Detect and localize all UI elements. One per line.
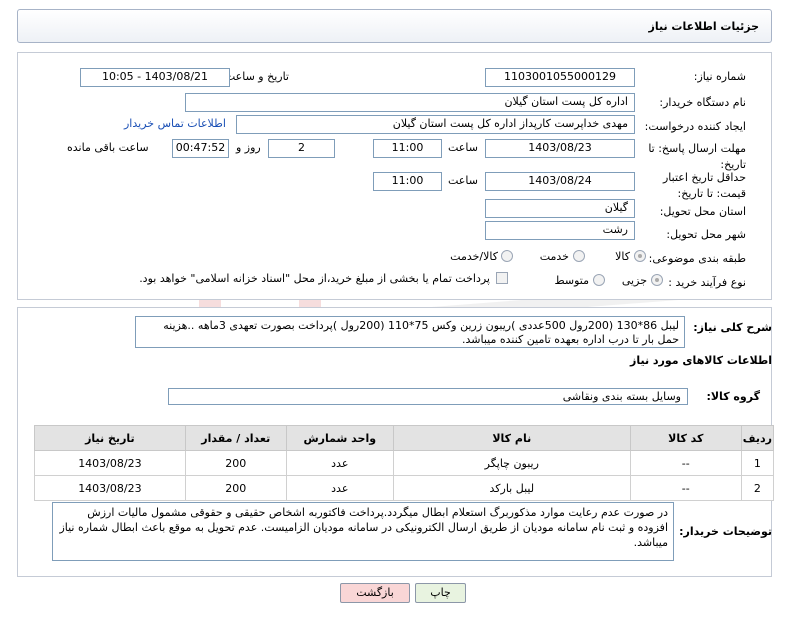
requester-label: ایجاد کننده درخواست: xyxy=(644,120,746,133)
cell-row-number: 1 xyxy=(740,450,775,476)
category-option-service: خدمت xyxy=(539,250,569,263)
deadline-label: مهلت ارسال پاسخ: تا تاریخ: xyxy=(648,142,746,171)
need-number-field: 1103001055000129 xyxy=(485,68,635,87)
table-row: 1 -- ریبون چاپگر عدد 200 1403/08/23 xyxy=(34,450,775,476)
page-header: جزئیات اطلاعات نیاز xyxy=(17,9,772,43)
table-row: 2 -- لیبل بارکد عدد 200 1403/08/23 xyxy=(34,475,775,501)
category-radio-goods-service[interactable] xyxy=(501,250,513,262)
category-option-goods: کالا xyxy=(615,250,630,263)
cell-need-date: 1403/08/23 xyxy=(34,475,186,501)
col-item-code: کد کالا xyxy=(629,425,742,451)
purchase-option-medium: متوسط xyxy=(554,274,589,287)
category-option-goods-service: کالا/خدمت xyxy=(450,250,498,263)
treasury-checkbox[interactable] xyxy=(496,272,508,284)
page-title: جزئیات اطلاعات نیاز xyxy=(648,20,760,33)
days-field: 2 xyxy=(268,139,335,158)
buyer-notes-field: در صورت عدم رعایت موارد مذکوربرگ استعلام… xyxy=(52,502,674,561)
cell-unit: عدد xyxy=(285,450,394,476)
general-desc-label: شرح کلی نیاز: xyxy=(693,321,772,334)
buyer-org-field: اداره کل پست استان گیلان xyxy=(185,93,635,112)
category-label: طبقه بندی موضوعی: xyxy=(648,252,746,265)
deadline-time-label: ساعت xyxy=(448,141,478,154)
remaining-time-field: 00:47:52 xyxy=(172,139,229,158)
days-label: روز و xyxy=(236,141,261,154)
category-radio-goods[interactable] xyxy=(634,250,646,262)
cell-item-code: -- xyxy=(629,450,742,476)
need-number-label: شماره نیاز: xyxy=(693,70,746,83)
treasury-note: پرداخت تمام یا بخشی از مبلغ خرید،از محل … xyxy=(139,272,490,285)
deadline-time-field: 11:00 xyxy=(373,139,442,158)
announce-datetime-field: 1403/08/21 - 10:05 xyxy=(80,68,230,87)
city-label: شهر محل تحویل: xyxy=(666,228,746,241)
cell-item-name: لیبل بارکد xyxy=(392,475,631,501)
province-field: گیلان xyxy=(485,199,635,218)
cell-item-code: -- xyxy=(629,475,742,501)
cell-item-name: ریبون چاپگر xyxy=(392,450,631,476)
cell-quantity: 200 xyxy=(184,475,287,501)
purchase-radio-minor[interactable] xyxy=(651,274,663,286)
cell-need-date: 1403/08/23 xyxy=(34,450,186,476)
goods-table: ردیف کد کالا نام کالا واحد شمارش تعداد /… xyxy=(34,425,775,501)
validity-date-field: 1403/08/24 xyxy=(485,172,635,191)
back-button[interactable]: بازگشت xyxy=(340,583,410,603)
remaining-label: ساعت باقی مانده xyxy=(67,141,149,154)
cell-quantity: 200 xyxy=(184,450,287,476)
goods-info-title: اطلاعات کالاهای مورد نیاز xyxy=(630,354,772,367)
col-item-name: نام کالا xyxy=(392,425,631,451)
validity-time-field: 11:00 xyxy=(373,172,442,191)
city-field: رشت xyxy=(485,221,635,240)
col-row-number: ردیف xyxy=(740,425,775,451)
buyer-notes-label: توضیحات خریدار: xyxy=(679,525,772,538)
buyer-org-label: نام دستگاه خریدار: xyxy=(659,96,746,109)
purchase-type-label: نوع فرآیند خرید : xyxy=(668,276,746,289)
col-need-date: تاریخ نیاز xyxy=(34,425,186,451)
table-header-row: ردیف کد کالا نام کالا واحد شمارش تعداد /… xyxy=(34,425,775,451)
province-label: استان محل تحویل: xyxy=(659,205,746,218)
purchase-radio-medium[interactable] xyxy=(593,274,605,286)
goods-group-label: گروه کالا: xyxy=(706,390,760,403)
col-quantity: تعداد / مقدار xyxy=(184,425,287,451)
goods-group-field: وسایل بسته بندی ونقاشی xyxy=(168,388,688,405)
purchase-option-minor: جزیی xyxy=(621,274,647,287)
validity-time-label: ساعت xyxy=(448,174,478,187)
validity-label: حداقل تاریخ اعتبار قیمت: تا تاریخ: xyxy=(662,171,746,200)
deadline-date-field: 1403/08/23 xyxy=(485,139,635,158)
general-desc-field: لیبل 86*130 (200رول 500عددی )ریبون زرین … xyxy=(135,316,685,348)
category-radio-service[interactable] xyxy=(573,250,585,262)
col-unit: واحد شمارش xyxy=(285,425,394,451)
cell-unit: عدد xyxy=(285,475,394,501)
print-button[interactable]: چاپ xyxy=(415,583,466,603)
buyer-contact-link[interactable]: اطلاعات تماس خریدار xyxy=(124,117,226,130)
cell-row-number: 2 xyxy=(740,475,775,501)
requester-field: مهدی خداپرست کارپداز اداره کل پست استان … xyxy=(236,115,635,134)
